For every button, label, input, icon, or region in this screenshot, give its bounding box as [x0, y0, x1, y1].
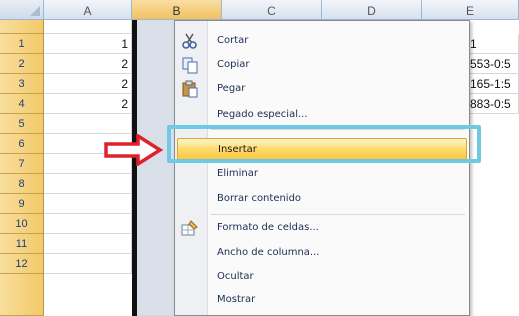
row-header-12[interactable]: 12 [0, 254, 44, 274]
menu-item-format-cells[interactable]: Formato de celdas... [175, 217, 469, 239]
row-header-6[interactable]: 6 [0, 134, 44, 154]
menu-item-cut[interactable]: Cortar [175, 30, 469, 52]
menu-item-label: Ocultar [217, 271, 254, 282]
menu-item-clear-contents[interactable]: Borrar contenido [175, 188, 469, 210]
select-all-button[interactable] [0, 0, 44, 20]
column-header-a[interactable]: A [44, 0, 132, 20]
menu-item-delete[interactable]: Eliminar [175, 163, 469, 185]
cell-a11[interactable] [44, 234, 132, 254]
menu-item-paste[interactable]: Pegar [175, 78, 469, 100]
row-header-9[interactable]: 9 [0, 194, 44, 214]
row-header-2[interactable]: 2 [0, 54, 44, 74]
paste-icon [182, 80, 198, 98]
row-header-7[interactable]: 7 [0, 154, 44, 174]
red-arrow-icon [104, 134, 164, 166]
cell-a4[interactable]: 2 [44, 94, 132, 114]
row-header-1[interactable]: 1 [0, 34, 44, 54]
menu-item-label: Mostrar [217, 294, 256, 305]
copy-icon [182, 57, 198, 74]
menu-item-label: Pegar [217, 83, 246, 94]
column-header-c[interactable]: C [222, 0, 322, 20]
column-header-d[interactable]: D [322, 0, 422, 20]
scissors-icon [182, 33, 197, 49]
cell-a8[interactable] [44, 174, 132, 194]
cell-a10[interactable] [44, 214, 132, 234]
cell-a-top-gap [44, 20, 132, 34]
format-cells-icon [181, 220, 198, 236]
row-header-top-gap [0, 20, 44, 34]
menu-item-label: Pegado especial... [217, 109, 308, 120]
menu-item-paste-special[interactable]: Pegado especial... [175, 104, 469, 126]
cell-a9[interactable] [44, 194, 132, 214]
cell-a1[interactable]: 1 [44, 34, 132, 54]
row-header-8[interactable]: 8 [0, 174, 44, 194]
context-menu: Cortar Copiar Pegar Pegado especial... I… [174, 20, 470, 316]
insert-highlight-box [167, 125, 481, 163]
row-header-4[interactable]: 4 [0, 94, 44, 114]
selection-border [132, 20, 137, 316]
menu-item-label: Borrar contenido [217, 193, 302, 204]
menu-item-copy[interactable]: Copiar [175, 54, 469, 76]
cell-a5[interactable] [44, 114, 132, 134]
menu-item-label: Ancho de columna... [217, 247, 320, 258]
menu-item-label: Cortar [217, 35, 249, 46]
row-header-11[interactable]: 11 [0, 234, 44, 254]
menu-item-label: Formato de celdas... [217, 222, 319, 233]
menu-item-hide[interactable]: Ocultar [175, 266, 469, 288]
row-header-5[interactable]: 5 [0, 114, 44, 134]
menu-item-column-width[interactable]: Ancho de columna... [175, 242, 469, 264]
row-header-10[interactable]: 10 [0, 214, 44, 234]
cell-a12[interactable] [44, 254, 132, 274]
column-header-b[interactable]: B [132, 0, 222, 20]
column-header-e[interactable]: E [422, 0, 519, 20]
row-header-blank [0, 274, 44, 316]
menu-item-unhide[interactable]: Mostrar [175, 289, 469, 311]
menu-separator [211, 214, 465, 215]
menu-item-label: Copiar [217, 59, 250, 70]
menu-item-label: Eliminar [217, 168, 258, 179]
cell-a2[interactable]: 2 [44, 54, 132, 74]
row-header-3[interactable]: 3 [0, 74, 44, 94]
cell-a3[interactable]: 2 [44, 74, 132, 94]
